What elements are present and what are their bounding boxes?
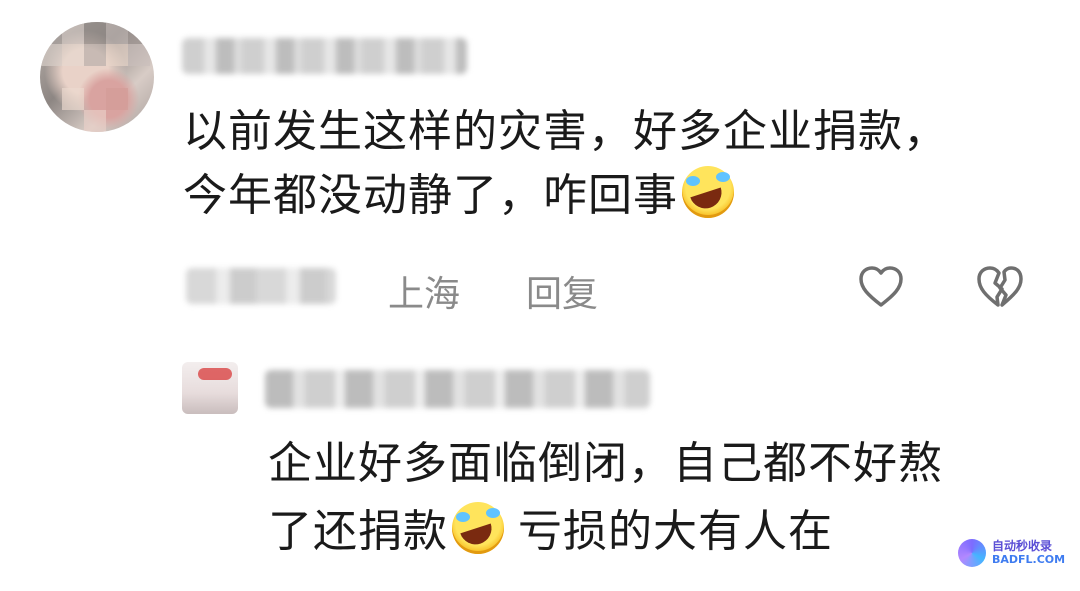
watermark-text-cn: 自动秒收录	[992, 539, 1053, 553]
dislike-button[interactable]	[976, 265, 1024, 309]
reply-avatar[interactable]	[182, 362, 238, 414]
comment-line-1: 以前发生这样的灾害，好多企业捐款，	[183, 106, 948, 157]
reply-line-2a: 了还捐款	[268, 506, 448, 557]
reply-line-2: 了还捐款 亏损的大有人在	[268, 498, 1048, 566]
comment-line-2: 今年都没动静了，咋回事	[183, 164, 1023, 228]
like-button[interactable]	[858, 265, 904, 309]
laughing-crying-emoji-icon	[452, 502, 504, 554]
laughing-crying-emoji-icon	[682, 166, 734, 218]
reply-line-1: 企业好多面临倒闭，自己都不好熬	[268, 438, 943, 489]
broken-heart-icon	[977, 266, 1023, 307]
avatar[interactable]	[40, 22, 154, 132]
timestamp-blurred	[186, 268, 336, 304]
reply-username-blurred[interactable]	[265, 370, 650, 408]
watermark-logo-icon	[958, 539, 986, 567]
avatar-graphic	[198, 368, 232, 380]
reply-line-2b: 亏损的大有人在	[518, 506, 833, 557]
reply-button[interactable]: 回复	[526, 265, 598, 317]
heart-outline-icon	[859, 266, 903, 307]
reply-comment-text: 企业好多面临倒闭，自己都不好熬 了还捐款 亏损的大有人在	[268, 430, 1048, 566]
comment-line-2-text: 今年都没动静了，咋回事	[183, 170, 678, 221]
watermark-text-en: BADFL.COM	[992, 553, 1066, 566]
watermark: 自动秒收录 BADFL.COM	[958, 533, 1068, 573]
comment-text: 以前发生这样的灾害，好多企业捐款， 今年都没动静了，咋回事	[183, 100, 1023, 228]
username-blurred[interactable]	[182, 38, 467, 74]
location-label: 上海	[388, 274, 461, 315]
